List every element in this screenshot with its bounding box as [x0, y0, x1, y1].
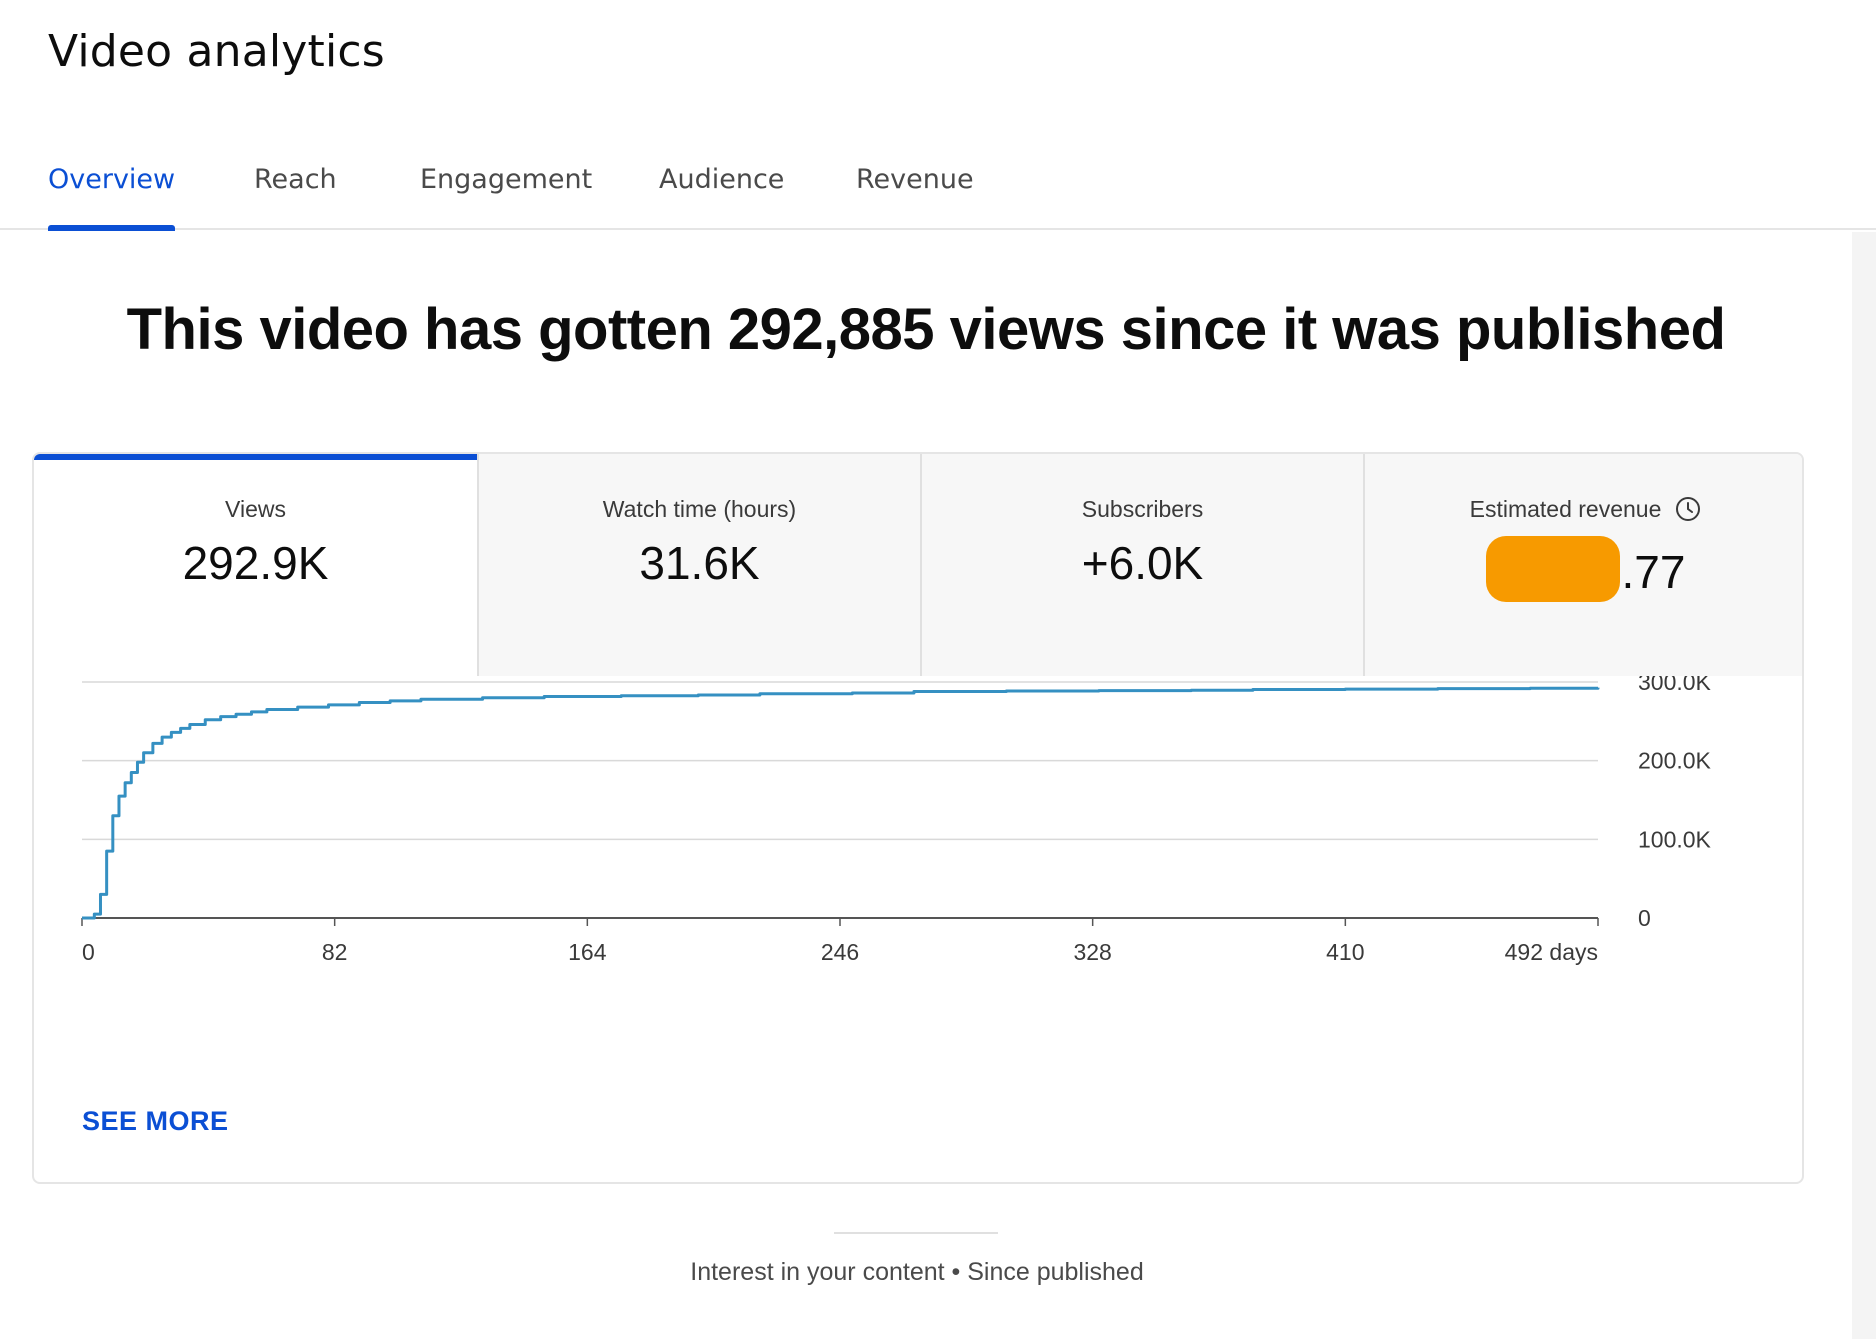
x-tick-label: 328 — [1073, 939, 1111, 965]
x-tick-label: 246 — [821, 939, 859, 965]
analytics-tabs: Overview Reach Engagement Audience Reven… — [0, 150, 1876, 231]
metric-label: Estimated revenue — [1469, 496, 1662, 522]
page-title: Video analytics — [48, 26, 385, 77]
metric-value: +6.0K — [1081, 537, 1204, 589]
metric-label: Subscribers — [1081, 496, 1204, 522]
metric-label-row: Estimated revenue — [1365, 496, 1802, 523]
metric-value: 292.9K — [182, 537, 329, 589]
redaction-mark — [1485, 536, 1620, 602]
overview-card: Views 292.9K Watch time (hours) 31.6K Su… — [32, 452, 1804, 1184]
x-tick-label: 0 — [82, 939, 95, 965]
section-caption: Interest in your content • Since publish… — [690, 1258, 1144, 1286]
views-headline: This video has gotten 292,885 views sinc… — [126, 297, 1726, 362]
metric-tab-estimated-revenue[interactable]: Estimated revenue .77 — [1363, 454, 1802, 676]
metric-value-row: .77 — [1365, 536, 1802, 602]
metric-tab-views[interactable]: Views 292.9K — [34, 454, 477, 676]
views-series-line — [82, 686, 1600, 920]
tab-audience[interactable]: Audience — [659, 164, 784, 228]
metric-label: Views — [225, 496, 286, 522]
views-line-chart: 0 100.0K 200.0K 300.0K 0 82 164 246 328 410 492 da… — [81, 676, 1712, 965]
tab-overview[interactable]: Overview — [48, 164, 176, 231]
metric-tab-watch-time[interactable]: Watch time (hours) 31.6K — [477, 454, 920, 676]
clock-icon[interactable] — [1675, 496, 1701, 522]
metric-value: 31.6K — [639, 537, 760, 589]
see-more-button[interactable]: SEE MORE — [82, 1106, 229, 1137]
x-tick-label: 164 — [568, 939, 607, 965]
metric-label: Watch time (hours) — [602, 496, 797, 522]
y-tick-label: 300.0K — [1638, 676, 1712, 695]
metric-value: .77 — [1621, 546, 1686, 598]
tab-engagement[interactable]: Engagement — [420, 164, 592, 228]
metric-tab-subscribers[interactable]: Subscribers +6.0K — [920, 454, 1363, 676]
video-analytics-page: Video analytics Overview Reach Engagemen… — [0, 0, 1876, 1339]
views-chart: 0 100.0K 200.0K 300.0K 0 82 164 246 328 410 492 da… — [34, 676, 1802, 1182]
tab-reach[interactable]: Reach — [254, 164, 337, 228]
tab-revenue[interactable]: Revenue — [856, 164, 974, 228]
x-tick-label: 82 — [322, 939, 348, 965]
y-tick-label: 0 — [1638, 905, 1651, 931]
x-tick-label: 492 days — [1505, 939, 1598, 965]
y-tick-label: 200.0K — [1638, 748, 1712, 774]
section-divider — [834, 1232, 998, 1234]
y-tick-label: 100.0K — [1638, 826, 1712, 852]
metric-tabs: Views 292.9K Watch time (hours) 31.6K Su… — [34, 454, 1802, 676]
scrollbar-track[interactable] — [1852, 232, 1876, 1339]
x-tick-label: 410 — [1326, 939, 1364, 965]
